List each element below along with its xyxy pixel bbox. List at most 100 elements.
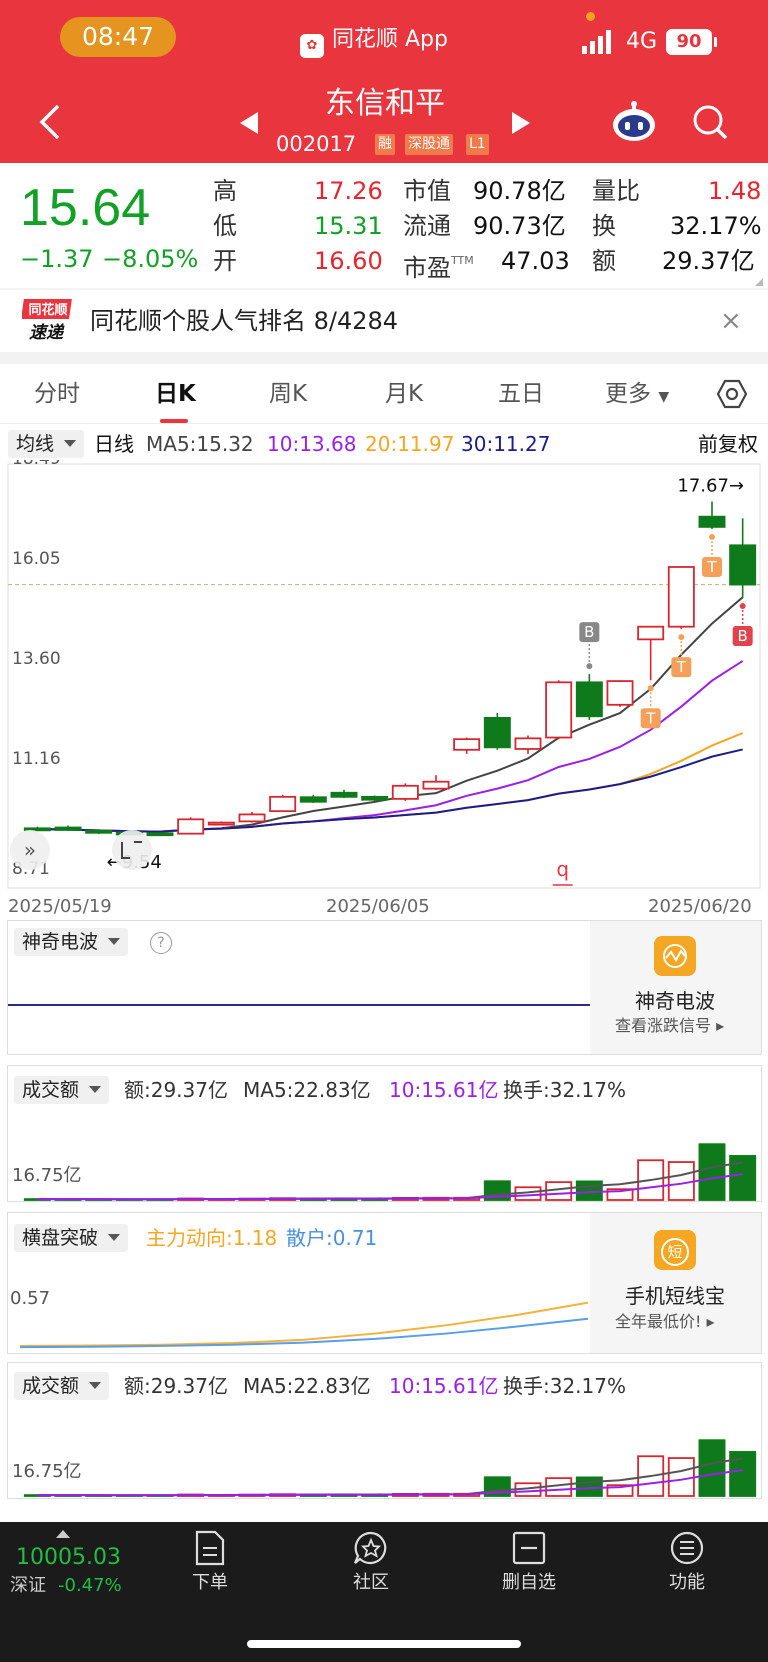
popularity-rank-text: 同花顺个股人气排名 8/4284 bbox=[90, 307, 399, 335]
tab-intraday[interactable]: 分时 bbox=[34, 378, 80, 410]
double-chevron-icon: » bbox=[24, 838, 36, 862]
ttm-label: TTM bbox=[451, 254, 474, 267]
nav-community-label: 社区 bbox=[353, 1572, 389, 1593]
help-icon[interactable]: ? bbox=[150, 932, 172, 954]
menu-circle-icon bbox=[670, 1531, 704, 1565]
expand-corner-icon[interactable] bbox=[755, 278, 763, 286]
short-badge-icon: 短 bbox=[661, 1238, 689, 1266]
wave-indicator-dropdown[interactable]: 神奇电波 bbox=[14, 928, 129, 956]
candle-body bbox=[667, 566, 695, 628]
mktcap-label: 市值 bbox=[403, 177, 451, 205]
tab-more[interactable]: 更多 ▼ bbox=[605, 378, 669, 413]
breakout-line-chart bbox=[19, 1301, 589, 1349]
index-value[interactable]: 10005.03 bbox=[16, 1544, 121, 1572]
volume-ma10-line bbox=[37, 1173, 743, 1201]
status-time: 08:47 bbox=[60, 17, 176, 57]
tab-monthly-k[interactable]: 月K bbox=[385, 378, 423, 410]
volume-ma5-line bbox=[37, 1161, 743, 1201]
mktcap-value: 90.78亿 bbox=[473, 177, 566, 205]
candle-body bbox=[483, 716, 511, 749]
divider bbox=[0, 352, 768, 364]
amount-label: 额 bbox=[592, 247, 616, 275]
robot-assistant-icon[interactable] bbox=[610, 100, 658, 144]
volume-y-label: 16.75亿 bbox=[12, 1165, 82, 1186]
tag-connect: 深股通 bbox=[405, 134, 453, 155]
volume-y-label: 16.75亿 bbox=[12, 1461, 82, 1482]
logo-bottom-text: 速递 bbox=[29, 323, 65, 343]
close-icon[interactable]: × bbox=[720, 305, 742, 337]
crosshair-button bbox=[112, 830, 152, 870]
y-tick-label: 11.16 bbox=[12, 749, 61, 769]
y-tick-label: 16.05 bbox=[12, 549, 61, 569]
signal-badge-label: T bbox=[676, 658, 687, 676]
candle-body bbox=[637, 625, 665, 641]
nav-community[interactable]: 社区 bbox=[316, 1530, 426, 1596]
kline-period: 日线 bbox=[94, 432, 134, 456]
main-force-line bbox=[19, 1301, 589, 1347]
indicator-dropdown[interactable]: 均线 bbox=[8, 430, 85, 458]
tab-daily-k[interactable]: 日K bbox=[155, 378, 196, 410]
volume-bar bbox=[667, 1457, 695, 1497]
candle-body bbox=[238, 813, 266, 823]
wave-promo-title: 神奇电波 bbox=[635, 989, 715, 1013]
signal-dot bbox=[647, 685, 654, 692]
volratio-value: 1.48 bbox=[708, 177, 762, 205]
float-label: 流通 bbox=[403, 212, 451, 240]
nav-order-label: 下单 bbox=[192, 1572, 228, 1593]
candle-body bbox=[85, 829, 113, 834]
candle-body bbox=[361, 795, 389, 801]
price-adjust-toggle[interactable]: 前复权 bbox=[698, 430, 758, 458]
candle-body bbox=[146, 832, 174, 837]
remove-square-icon bbox=[512, 1531, 546, 1565]
index-expand-icon[interactable] bbox=[56, 1530, 70, 1538]
prev-stock-icon[interactable] bbox=[240, 112, 258, 134]
community-star-icon bbox=[353, 1531, 387, 1564]
wave-icon bbox=[663, 944, 687, 968]
chart-frame bbox=[7, 463, 761, 889]
volume-bar bbox=[698, 1143, 726, 1201]
home-indicator[interactable] bbox=[247, 1640, 521, 1648]
ma5-value: MA5:15.32 bbox=[146, 432, 254, 456]
candle-body bbox=[514, 737, 542, 750]
candle-body bbox=[606, 680, 634, 706]
candle-body bbox=[453, 738, 481, 751]
search-icon[interactable] bbox=[692, 104, 728, 140]
candle-body bbox=[54, 826, 82, 831]
nav-functions[interactable]: 功能 bbox=[632, 1530, 742, 1596]
wave-promo-subtitle: 查看涨跌信号 ▸ bbox=[615, 1016, 725, 1035]
tab-weekly-k[interactable]: 周K bbox=[269, 378, 307, 410]
logo-top-text: 同花顺 bbox=[28, 302, 67, 318]
open-value: 16.60 bbox=[314, 247, 383, 275]
nav-remove-watchlist[interactable]: 删自选 bbox=[474, 1530, 584, 1596]
signal-dot bbox=[586, 663, 593, 670]
status-dot bbox=[586, 12, 595, 21]
volume-ma10-line bbox=[37, 1469, 743, 1497]
tab-five-day[interactable]: 五日 bbox=[498, 378, 544, 410]
high-label: 高 bbox=[213, 177, 237, 205]
retail-line bbox=[19, 1317, 589, 1349]
status-app-name: ✿ 同花顺 App bbox=[300, 25, 448, 58]
next-stock-icon[interactable] bbox=[512, 112, 530, 134]
index-change: -0.47% bbox=[58, 1575, 122, 1596]
volume-bar-chart: 16.75亿 bbox=[12, 1143, 757, 1201]
app-icon: ✿ bbox=[300, 34, 324, 58]
tab-more-label: 更多 bbox=[605, 381, 651, 407]
back-icon[interactable] bbox=[36, 102, 64, 142]
settings-hex-icon[interactable] bbox=[716, 378, 748, 410]
app: 08:47 ✿ 同花顺 App 4G 90 东信和平 002017 融 深股通 L… bbox=[0, 0, 768, 1662]
signal-badge-label: T bbox=[706, 558, 717, 576]
nav-order[interactable]: 下单 bbox=[155, 1530, 265, 1596]
volume-bar bbox=[575, 1476, 603, 1497]
price-change: −1.37 bbox=[20, 245, 94, 273]
float-value: 90.73亿 bbox=[473, 212, 566, 240]
candlestick-chart[interactable]: 18.4916.0513.6011.168.7117.67→←9.54BTTTB… bbox=[0, 460, 768, 920]
turnover-label: 换 bbox=[592, 212, 616, 240]
q-marker: q bbox=[556, 857, 569, 881]
tag-level: L1 bbox=[466, 134, 489, 155]
chevron-down-icon: ▼ bbox=[658, 389, 670, 405]
candle-body bbox=[729, 544, 757, 586]
candle-body bbox=[575, 681, 603, 718]
signal-dot bbox=[709, 533, 715, 540]
app-name-label: 同花顺 App bbox=[332, 27, 448, 52]
x-date-label: 2025/06/20 bbox=[648, 896, 752, 917]
